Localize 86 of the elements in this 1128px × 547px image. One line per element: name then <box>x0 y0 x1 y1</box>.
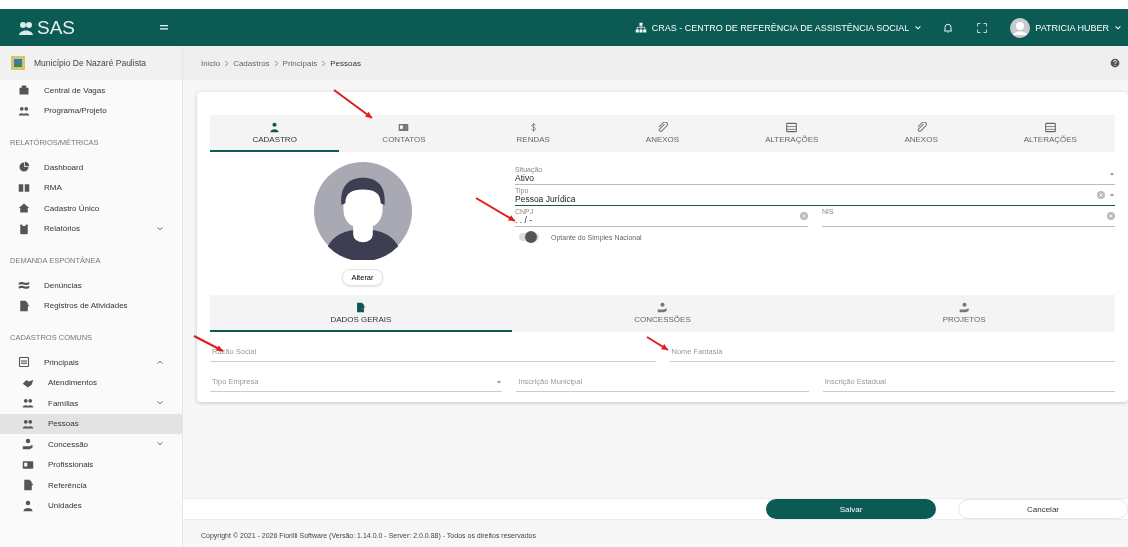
id-card-icon <box>22 458 34 471</box>
fullscreen-icon <box>976 21 989 34</box>
tab[interactable]: CONCESSÕES <box>511 295 814 332</box>
pie-chart-icon <box>18 161 30 174</box>
caret-icon <box>1109 171 1115 177</box>
help-icon <box>1110 58 1120 68</box>
field-value: Pessoa Jurídica <box>515 193 577 204</box>
sidebar-item[interactable]: RMA <box>0 177 182 198</box>
chevron-right-icon <box>321 59 327 67</box>
sidebar-item[interactable]: Profissionais <box>0 454 182 475</box>
caret-icon <box>496 378 503 385</box>
avatar-icon <box>1010 17 1031 38</box>
sidebar-item[interactable]: Principais <box>0 352 182 373</box>
people-icon <box>22 397 34 410</box>
tab[interactable]: ALTERAÇÕES <box>727 115 857 152</box>
menu-button[interactable] <box>158 22 170 33</box>
tab[interactable]: ANEXOS <box>597 115 728 152</box>
document-icon <box>355 301 367 313</box>
building-icon <box>18 84 30 97</box>
notification-button[interactable] <box>942 21 955 34</box>
table-icon <box>1044 121 1056 133</box>
sidebar-item[interactable]: Central de Vagas <box>0 80 182 101</box>
hierarchy-icon <box>634 21 647 34</box>
sidebar-item[interactable]: Pessoas <box>0 413 182 434</box>
tab[interactable]: RENDAS <box>468 115 598 152</box>
tab[interactable]: PROJETOS <box>813 295 1115 332</box>
municipality-name: Município De Nazaré Paulista <box>34 58 146 68</box>
sidebar-item[interactable]: Registros de Atividades <box>0 295 182 316</box>
person-icon <box>269 121 281 133</box>
sidebar-item[interactable]: Atendimentos <box>0 372 182 393</box>
document-icon <box>22 479 34 492</box>
menu-icon <box>160 24 168 31</box>
logo-icon <box>18 19 34 36</box>
tab[interactable]: DADOS GERAIS <box>210 295 512 332</box>
unit-selector[interactable]: CRAS - CENTRO DE REFERÊNCIA DE ASSISTÊNCIA SOCIAL <box>634 21 923 34</box>
tab[interactable]: CADASTRO <box>210 115 340 152</box>
hand-icon <box>22 438 34 451</box>
list-icon <box>18 356 30 369</box>
clear-icon <box>1097 191 1105 199</box>
breadcrumb-link[interactable]: Início <box>201 58 221 68</box>
crest-icon <box>10 55 26 71</box>
tab[interactable]: ALTERAÇÕES <box>985 115 1115 152</box>
clipboard-icon <box>18 222 30 235</box>
save-button[interactable]: Salvar <box>766 499 936 519</box>
id-card-icon <box>398 121 410 133</box>
toggle-switch[interactable] <box>519 233 539 241</box>
person-icon <box>22 499 34 512</box>
cancel-button[interactable]: Cancelar <box>958 499 1128 519</box>
breadcrumb-link[interactable]: Cadastros <box>233 58 270 68</box>
sidebar-item[interactable]: Dashboard <box>0 157 182 178</box>
people-icon <box>18 104 30 117</box>
user-menu[interactable]: PATRICIA HUBER <box>1010 17 1122 38</box>
logo-text: SAS <box>37 16 76 39</box>
chevron-down-icon <box>156 224 164 233</box>
wave-icon <box>18 279 30 292</box>
clear-icon <box>1107 212 1115 220</box>
field-value: Ativo <box>515 172 534 183</box>
chevron-down-icon <box>1114 23 1122 32</box>
chevron-right-icon <box>273 59 279 67</box>
people-icon <box>22 417 34 430</box>
chevron-right-icon <box>224 59 230 67</box>
sidebar-item[interactable]: Programa/Projeto <box>0 100 182 121</box>
sidebar-item[interactable]: Referência <box>0 475 182 496</box>
breadcrumb-link[interactable]: Principais <box>282 58 318 68</box>
house-icon <box>18 202 30 215</box>
clear-icon <box>800 212 808 220</box>
table-icon <box>786 121 798 133</box>
sidebar-item[interactable]: Relatórios <box>0 218 182 239</box>
sidebar-item[interactable]: Famílias <box>0 393 182 414</box>
book-icon <box>18 181 30 194</box>
sidebar-item[interactable]: Concessão <box>0 434 182 455</box>
field-value: . . / - <box>515 214 533 225</box>
sidebar-item[interactable]: Cadastro Único <box>0 198 182 219</box>
caret-icon <box>1109 192 1115 198</box>
tab[interactable]: ANEXOS <box>856 115 986 152</box>
chevron-up-icon <box>156 358 164 367</box>
sidebar-item[interactable]: Unidades <box>0 495 182 516</box>
sidebar-item[interactable]: Denúncias <box>0 275 182 296</box>
document-icon <box>18 299 30 312</box>
fullscreen-button[interactable] <box>976 21 989 34</box>
paperclip-icon <box>915 121 927 133</box>
paperclip-icon <box>657 121 668 133</box>
bell-icon <box>942 21 955 34</box>
hand-icon <box>958 301 970 313</box>
hand-icon <box>657 301 668 313</box>
chevron-down-icon <box>914 23 923 32</box>
